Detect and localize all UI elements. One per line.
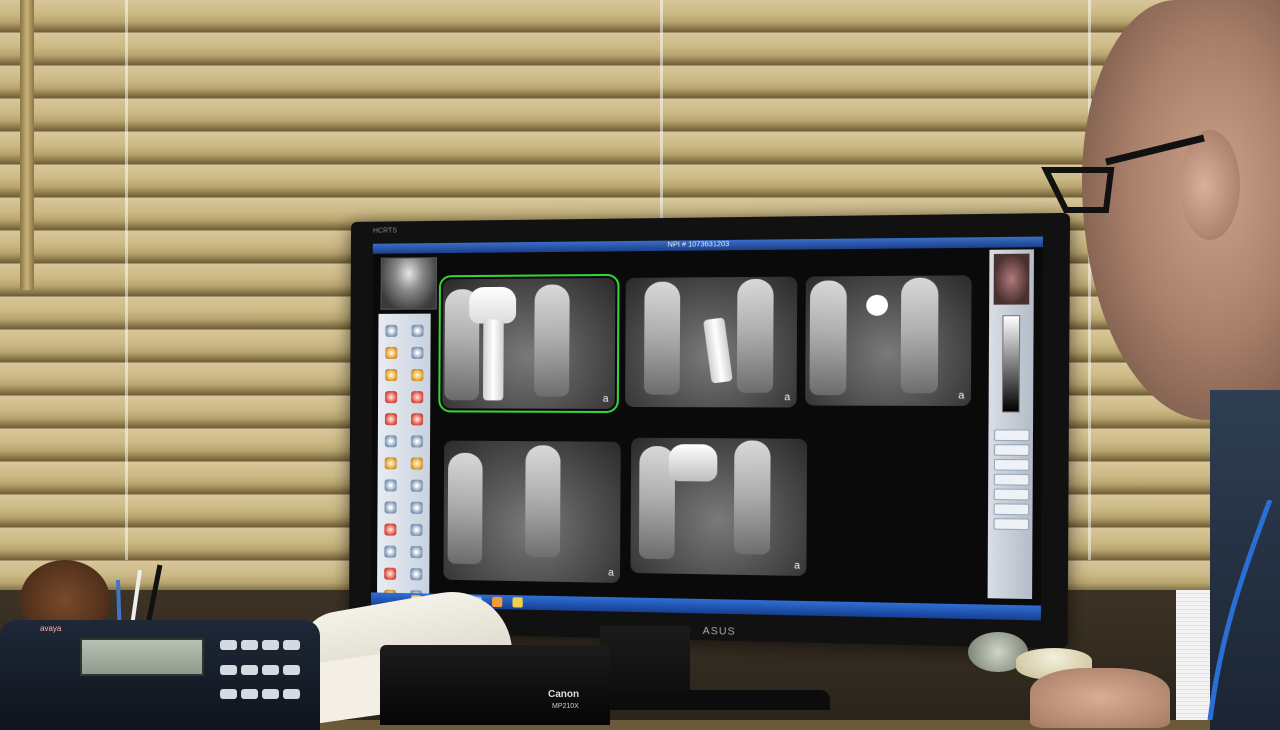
monitor-brand: ASUS <box>702 625 736 638</box>
phone-key[interactable] <box>241 640 258 650</box>
tool-palette <box>377 313 431 603</box>
implant <box>703 317 733 384</box>
xray-image-2[interactable]: a <box>625 276 798 408</box>
crop-icon[interactable] <box>384 501 397 514</box>
panel-button[interactable] <box>993 503 1030 516</box>
panel-button[interactable] <box>993 488 1030 501</box>
invert-icon[interactable] <box>411 391 424 404</box>
panel-button[interactable] <box>993 429 1030 442</box>
text-icon[interactable] <box>410 523 423 537</box>
phone-key[interactable] <box>262 664 279 675</box>
phone-key[interactable] <box>283 664 300 675</box>
measure-icon[interactable] <box>384 457 397 470</box>
stethoscope-cable <box>1207 500 1273 720</box>
phone-key[interactable] <box>220 640 237 650</box>
tooth <box>809 280 847 396</box>
blind-cord <box>1088 0 1091 560</box>
eyeglasses <box>1041 134 1205 213</box>
filter-icon[interactable] <box>410 413 424 426</box>
phone-key[interactable] <box>220 664 237 675</box>
sharpen-icon[interactable] <box>384 413 398 426</box>
implant <box>482 319 504 401</box>
tooth <box>736 278 774 393</box>
window-title: NPI # 1073631203 <box>372 236 1044 254</box>
undo-icon[interactable] <box>410 568 423 581</box>
blind-cord <box>125 0 128 560</box>
marker-ball <box>866 294 889 316</box>
panel-button[interactable] <box>993 473 1030 486</box>
xray-label: a <box>607 567 614 579</box>
zoom-out-icon[interactable] <box>411 324 424 337</box>
tooth <box>900 277 939 394</box>
app-icon[interactable] <box>492 596 503 608</box>
xray-image-5[interactable]: a <box>630 437 808 577</box>
grid-icon[interactable] <box>384 435 397 448</box>
panel-button[interactable] <box>993 444 1030 457</box>
magnify-icon[interactable] <box>411 346 424 359</box>
annotate-icon[interactable] <box>410 501 423 514</box>
screen: NPI # 1073631203 a a a a a <box>370 236 1044 621</box>
brightness-icon[interactable] <box>385 369 398 382</box>
app-icon[interactable] <box>512 597 523 608</box>
panel-button[interactable] <box>993 458 1030 471</box>
monitor: HCRTS NPI # 1073631203 a a a a a ASUS <box>348 212 1071 649</box>
xray-image-4[interactable]: a <box>443 440 621 583</box>
thumbnail-xray[interactable] <box>380 257 438 310</box>
panel-button[interactable] <box>993 518 1030 531</box>
line-icon[interactable] <box>410 545 423 559</box>
phone-display <box>80 638 204 676</box>
printer-brand: Canon <box>548 689 580 700</box>
phone-key[interactable] <box>262 640 279 650</box>
xray-label: a <box>784 391 791 404</box>
phone-key[interactable] <box>283 640 300 650</box>
phone-key[interactable] <box>283 689 300 700</box>
move-icon[interactable] <box>385 346 398 359</box>
phone-keypad <box>220 640 300 710</box>
printer-model: MP210X <box>552 703 579 710</box>
xray-image-1[interactable]: a <box>438 273 620 414</box>
monitor-corner-label: HCRTS <box>372 227 397 235</box>
rotate-icon[interactable] <box>384 479 397 492</box>
zoom-in-icon[interactable] <box>385 324 398 337</box>
preview-image <box>993 253 1030 305</box>
flip-icon[interactable] <box>410 479 423 492</box>
tooth <box>525 445 561 558</box>
color-icon[interactable] <box>385 391 398 404</box>
erase-icon[interactable] <box>384 567 397 580</box>
xray-label: a <box>958 390 965 402</box>
phone-key[interactable] <box>241 664 258 675</box>
adjustment-panel <box>987 249 1034 600</box>
window-frame <box>20 0 34 290</box>
phone-key[interactable] <box>220 689 237 700</box>
xray-label: a <box>602 393 609 405</box>
tooth <box>733 440 771 555</box>
layout-icon[interactable] <box>410 435 424 448</box>
tooth <box>447 452 483 565</box>
tooth <box>534 284 570 397</box>
phone-key[interactable] <box>262 689 279 700</box>
xray-image-3[interactable]: a <box>805 275 972 407</box>
printer: Canon MP210X <box>380 645 610 725</box>
contrast-icon[interactable] <box>411 369 424 382</box>
arrow-icon[interactable] <box>384 545 397 558</box>
angle-icon[interactable] <box>410 457 423 470</box>
pen-icon[interactable] <box>384 523 397 536</box>
phone-key[interactable] <box>241 689 258 700</box>
crown <box>469 286 517 324</box>
desk-phone: avaya <box>0 620 320 730</box>
person-hand <box>1030 668 1170 728</box>
contrast-slider[interactable] <box>1001 315 1021 413</box>
crown <box>668 444 718 482</box>
xray-label: a <box>793 560 801 572</box>
tooth <box>643 281 681 395</box>
phone-brand: avaya <box>40 624 62 633</box>
